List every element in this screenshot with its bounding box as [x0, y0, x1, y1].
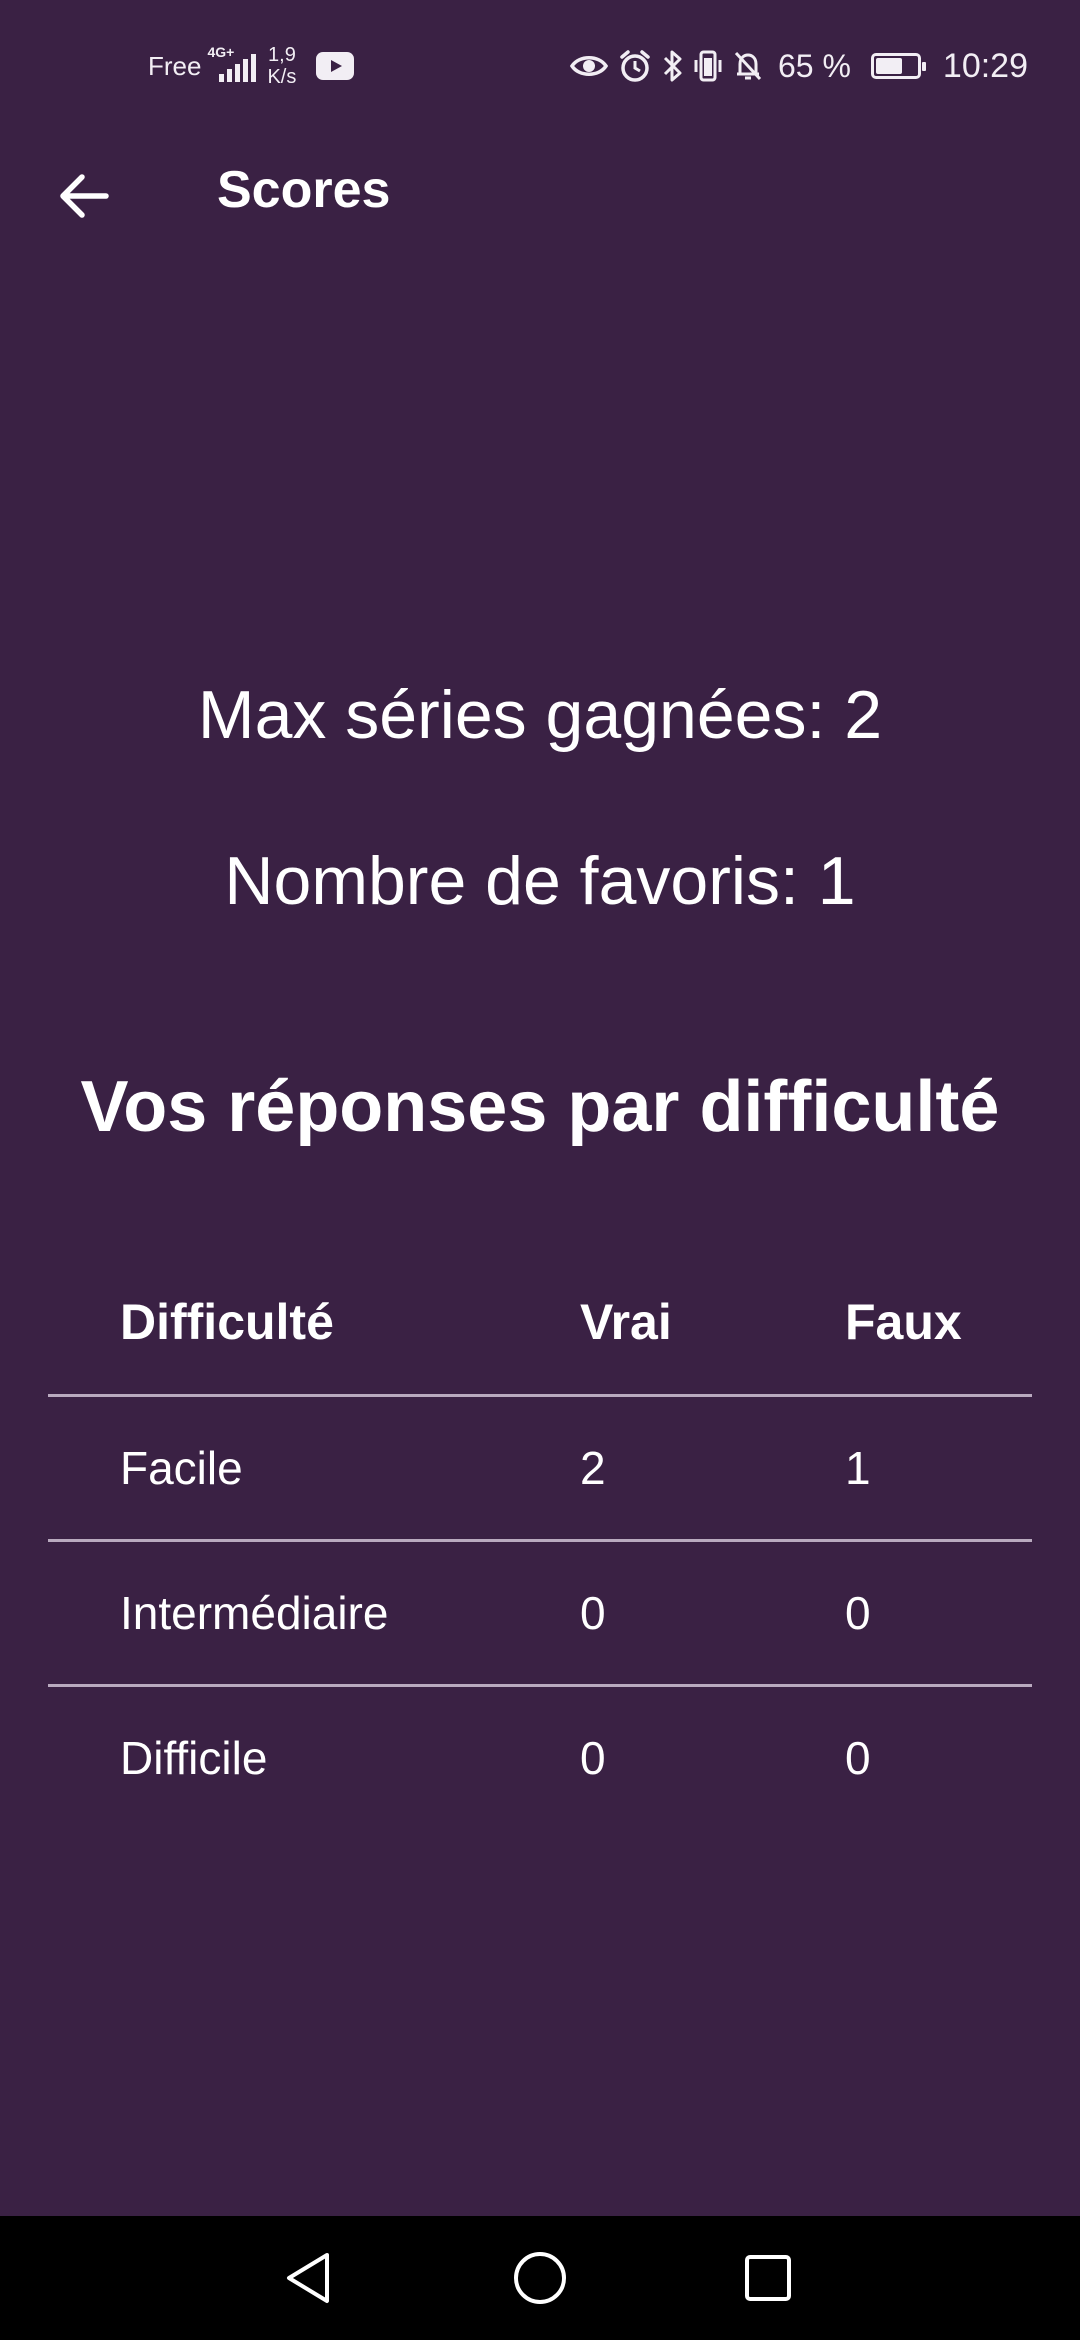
false-count-cell: 1 — [845, 1442, 871, 1494]
battery-icon — [870, 53, 926, 79]
back-button[interactable] — [48, 164, 120, 228]
clock: 10:29 — [942, 46, 1028, 85]
network-speed: 1,9 K/s — [267, 44, 296, 88]
column-header-difficulty: Difficulté — [120, 1294, 334, 1350]
table-row: Facile 2 1 — [48, 1397, 1032, 1542]
column-header-true: Vrai — [580, 1294, 672, 1350]
max-streak-label: Max séries gagnées: 2 — [197, 677, 883, 753]
app-bar: Scores — [0, 150, 1080, 240]
section-title: Vos réponses par difficulté — [80, 1067, 1000, 1147]
difficulty-cell: Facile — [120, 1442, 243, 1494]
difficulty-table: Difficulté Vrai Faux Facile 2 1 Interméd… — [48, 1250, 1032, 1829]
page-title: Scores — [217, 161, 391, 219]
nav-home-button[interactable] — [502, 2240, 578, 2316]
nav-back-icon — [287, 2253, 329, 2303]
table-row: Intermédiaire 0 0 — [48, 1542, 1032, 1687]
arrow-back-icon — [60, 174, 109, 218]
bluetooth-icon — [663, 50, 682, 82]
nav-recents-button[interactable] — [730, 2240, 806, 2316]
alarm-icon — [620, 50, 650, 82]
battery-percent: 65 % — [777, 47, 851, 84]
difficulty-cell: Difficile — [120, 1732, 268, 1784]
youtube-icon — [316, 52, 355, 80]
true-count-cell: 0 — [580, 1587, 606, 1639]
nav-back-button[interactable] — [270, 2240, 346, 2316]
true-count-cell: 0 — [580, 1732, 606, 1784]
true-count-cell: 2 — [580, 1442, 606, 1494]
false-count-cell: 0 — [845, 1587, 871, 1639]
status-bar: Free 4G+ 1,9 K/s 65 % 10:29 — [0, 0, 1080, 132]
signal-icon: 4G+ — [205, 44, 257, 88]
speed-value: 1,9 — [268, 44, 296, 66]
false-count-cell: 0 — [845, 1732, 871, 1784]
vibrate-icon — [694, 50, 722, 82]
table-row: Difficile 0 0 — [48, 1687, 1032, 1829]
nav-home-icon — [514, 2252, 566, 2304]
favorites-count-label: Nombre de favoris: 1 — [224, 843, 856, 919]
table-header: Difficulté Vrai Faux — [48, 1250, 1032, 1397]
eye-icon — [569, 56, 608, 76]
notifications-off-icon — [734, 51, 762, 81]
status-bar-left: Free 4G+ 1,9 K/s — [148, 40, 355, 92]
carrier-label: Free — [148, 50, 202, 81]
status-bar-right: 65 % 10:29 — [569, 40, 1028, 92]
system-navigation-bar — [0, 2216, 1080, 2340]
column-header-false: Faux — [845, 1294, 962, 1350]
nav-recents-icon — [745, 2255, 791, 2301]
speed-unit: K/s — [267, 66, 297, 88]
difficulty-cell: Intermédiaire — [120, 1587, 389, 1639]
